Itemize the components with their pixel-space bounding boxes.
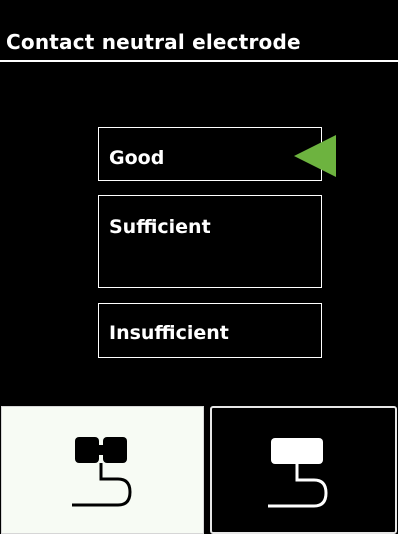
- title-divider: [0, 60, 398, 62]
- screen: Contact neutral electrode Good Sufficien…: [0, 0, 398, 534]
- contact-level-label: Insufficient: [109, 322, 229, 344]
- split-electrode-button[interactable]: [1, 406, 204, 534]
- single-electrode-button[interactable]: [210, 406, 397, 534]
- contact-level-sufficient: Sufficient: [98, 195, 322, 288]
- contact-level-label: Sufficient: [109, 216, 211, 238]
- split-electrode-icon: [72, 437, 132, 507]
- contact-indicator-arrow-icon: [294, 135, 336, 177]
- contact-level-insufficient: Insufficient: [98, 303, 322, 358]
- single-electrode-icon: [268, 438, 328, 508]
- contact-level-good: Good: [98, 127, 322, 181]
- page-title: Contact neutral electrode: [6, 30, 301, 54]
- contact-level-label: Good: [109, 147, 165, 169]
